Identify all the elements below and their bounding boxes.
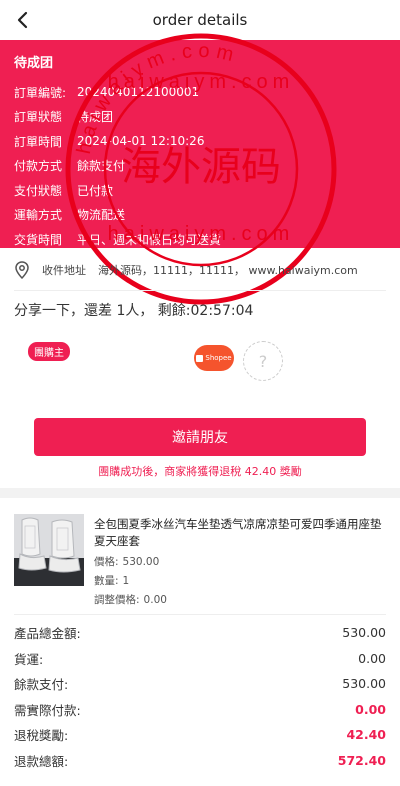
page-title: order details [152,11,248,29]
shipping-method-label: 運輸方式 [14,208,63,223]
order-status-panel: 待成团 訂單編號: 2024040112100001 訂單狀態 待成团 訂單時間… [0,40,400,248]
product-price-line: 價格: 530.00 [94,554,384,569]
order-totals: 產品總金額: 530.00 貨運: 0.00 餘款支付: 530.00 需實際付… [14,620,386,773]
order-status-value: 待成团 [77,110,114,125]
payment-method-row: 付款方式 餘款支付 [14,154,386,179]
order-time-label: 訂單時間 [14,134,63,149]
delivery-time-value: 平日、週末和假日均可送貨 [77,232,222,247]
payment-method-label: 付款方式 [14,159,63,174]
total-value: 42.40 [346,727,386,743]
shipping-address: 收件地址 海外源码，11111，11111， www.haiwaiym.com [0,252,400,288]
group-leader-badge: 團購主 [28,342,70,361]
reward-note: 團購成功後，商家將獲得退稅 42.40 獎勵 [98,465,302,478]
car-seat-image [14,514,84,586]
total-value: 572.40 [337,752,386,768]
qty-label: 數量: [94,575,119,587]
total-value: 0.00 [358,650,386,666]
delivery-time-row: 交貨時間 平日、週末和假日均可送貨 [14,227,386,252]
product-adjust-line: 調整價格: 0.00 [94,592,384,607]
order-details-page: order details 待成团 訂單編號: 2024040112100001… [0,0,400,786]
order-number-row: 訂單編號: 2024040112100001 [14,80,386,105]
shipping-method-value: 物流配送 [77,208,126,223]
address-label: 收件地址 [42,264,86,277]
product-info: 全包围夏季冰丝汽车坐垫透气凉席凉垫可爱四季通用座垫夏天座套 價格: 530.00 … [94,516,384,607]
total-row-shipping: 貨運: 0.00 [14,646,386,672]
delivery-time-label: 交貨時間 [14,232,63,247]
order-number-value: 2024040112100001 [77,85,200,100]
total-row-balance-payment: 餘款支付: 530.00 [14,671,386,697]
divider [14,614,386,615]
section-gap [0,488,400,498]
address-value: 海外源码，11111，11111， www.haiwaiym.com [98,264,358,277]
total-row-product-amount: 產品總金額: 530.00 [14,620,386,646]
payment-status-label: 支付狀態 [14,183,63,198]
chevron-left-icon [17,11,28,29]
product-thumbnail [14,514,84,586]
total-value: 0.00 [355,701,386,717]
total-row-refund-total: 退款總額: 572.40 [14,748,386,774]
price-label: 價格: [94,556,119,568]
empty-member-slot: ? [243,341,283,381]
member-avatar-shopee: Shopee [194,345,234,371]
product-item: 全包围夏季冰丝汽车坐垫透气凉席凉垫可爱四季通用座垫夏天座套 價格: 530.00 … [0,498,400,610]
total-label: 退款總額: [14,753,69,769]
shopee-bag-icon [196,354,204,362]
order-status-row: 訂單狀態 待成团 [14,105,386,130]
share-countdown-text: 分享一下，還差 1人， 剩餘:02:57:04 [14,303,254,319]
top-bar: order details [0,0,400,40]
order-time-value: 2024-04-01 12:10:26 [77,134,205,149]
total-value: 530.00 [342,676,386,692]
payment-status-value: 已付款 [77,183,114,198]
total-label: 需實際付款: [14,702,81,718]
total-label: 產品總金額: [14,626,81,642]
order-status-label: 訂單狀態 [14,110,63,125]
total-label: 餘款支付: [14,677,69,693]
qty-value: 1 [122,575,130,587]
back-button[interactable] [10,8,34,32]
location-pin-icon [15,261,29,279]
order-time-row: 訂單時間 2024-04-01 12:10:26 [14,129,386,154]
shopee-label: Shopee [205,354,232,362]
divider [14,290,386,291]
product-name: 全包围夏季冰丝汽车坐垫透气凉席凉垫可爱四季通用座垫夏天座套 [94,517,382,548]
total-value: 530.00 [342,625,386,641]
adjust-value: 0.00 [143,594,167,606]
shipping-method-row: 運輸方式 物流配送 [14,203,386,228]
payment-status-row: 支付狀態 已付款 [14,178,386,203]
total-row-tax-reward: 退稅獎勵: 42.40 [14,722,386,748]
price-value: 530.00 [122,556,160,568]
total-label: 退稅獎勵: [14,728,69,744]
adjust-label: 調整價格: [94,594,140,606]
order-number-label: 訂單編號: [14,85,67,100]
status-title: 待成团 [14,56,54,71]
product-qty-line: 數量: 1 [94,573,384,588]
payment-method-value: 餘款支付 [77,159,126,174]
invite-friends-button[interactable]: 邀請朋友 [34,418,366,456]
total-label: 貨運: [14,651,44,667]
total-row-actual-payment: 需實際付款: 0.00 [14,697,386,723]
